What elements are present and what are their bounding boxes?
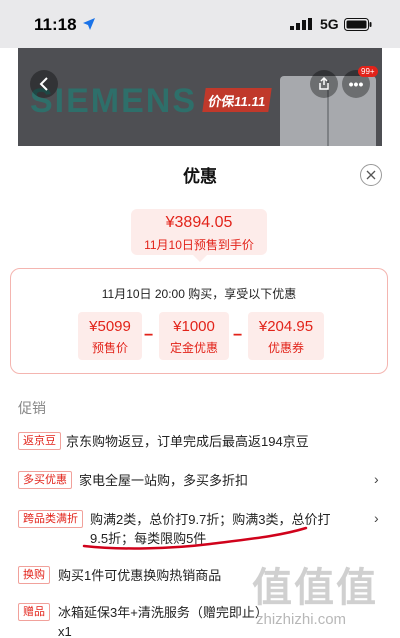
- final-price-note: 11月10日预售到手价: [144, 238, 254, 252]
- promo-tag: 多买优惠: [18, 471, 72, 489]
- cellular-signal-icon: [290, 18, 312, 30]
- network-type: 5G: [320, 16, 339, 32]
- final-price-box: ¥3894.05 11月10日预售到手价: [131, 209, 267, 255]
- calculation-description: 11月10日 20:00 购买，享受以下优惠: [101, 287, 297, 301]
- battery-icon: [344, 18, 372, 31]
- close-button[interactable]: [360, 164, 382, 186]
- close-icon: [366, 170, 376, 180]
- minus-operator: −: [144, 327, 154, 344]
- share-icon: [319, 77, 329, 90]
- presale-price-item: ¥5099 预售价: [78, 312, 142, 360]
- deposit-discount-item: ¥1000 定金优惠: [159, 312, 229, 360]
- coupon-label: 优惠券: [267, 341, 304, 355]
- presale-price-value: ¥5099: [89, 318, 131, 335]
- promo-text: 购买1件可优惠换购热销商品: [58, 568, 222, 583]
- promo-tag: 换购: [18, 566, 50, 584]
- chevron-right-icon: ›: [374, 510, 379, 526]
- minus-operator: −: [233, 327, 243, 344]
- status-time: 11:18: [34, 15, 77, 34]
- back-button[interactable]: [30, 70, 58, 98]
- promo-tag: 跨品类满折: [18, 510, 83, 528]
- sale-logo: 价保11.11: [202, 88, 272, 112]
- watermark: 值值值 zhizhizhi.com: [252, 555, 392, 635]
- handwritten-underline: [82, 526, 308, 550]
- discount-calculation: 11月10日 20:00 购买，享受以下优惠 ¥5099 预售价 − ¥1000…: [10, 268, 388, 374]
- share-button[interactable]: [310, 70, 338, 98]
- promo-text: 京东购物返豆，订单完成后最高返194京豆: [66, 434, 309, 449]
- coupon-value: ¥204.95: [258, 318, 314, 335]
- status-bar: 11:18 5G: [0, 0, 400, 48]
- coupon-item: ¥204.95 优惠券: [248, 312, 324, 360]
- section-label-promotions: 促销: [18, 400, 46, 416]
- promo-text: 冰箱延保3年+清洗服务（赠完即止）: [58, 605, 268, 620]
- cart-badge: 99+: [358, 66, 378, 77]
- promo-row-multibuy[interactable]: 多买优惠 家电全屋一站购，多买多折扣 ›: [18, 471, 388, 493]
- sheet-title: 优惠: [183, 167, 217, 186]
- promo-tag: 赠品: [18, 603, 50, 621]
- deposit-discount-value: ¥1000: [173, 318, 215, 335]
- presale-price-label: 预售价: [91, 341, 128, 355]
- watermark-logo: 值值值: [252, 566, 378, 610]
- watermark-url: zhizhizhi.com: [256, 611, 347, 628]
- chevron-right-icon: ›: [374, 471, 379, 487]
- promo-text: 家电全屋一站购，多买多折扣: [79, 473, 249, 488]
- final-price: ¥3894.05: [165, 214, 233, 231]
- promo-row-jingdou[interactable]: 返京豆 京东购物返豆，订单完成后最高返194京豆: [18, 432, 388, 454]
- price-pointer: [193, 255, 207, 262]
- deposit-discount-label: 定金优惠: [169, 341, 218, 355]
- promo-tag: 返京豆: [18, 432, 61, 450]
- promo-text-line2: x1: [58, 624, 72, 638]
- location-arrow-icon: [83, 18, 95, 30]
- chevron-left-icon: [39, 77, 48, 91]
- more-dots-icon: •••: [348, 76, 364, 92]
